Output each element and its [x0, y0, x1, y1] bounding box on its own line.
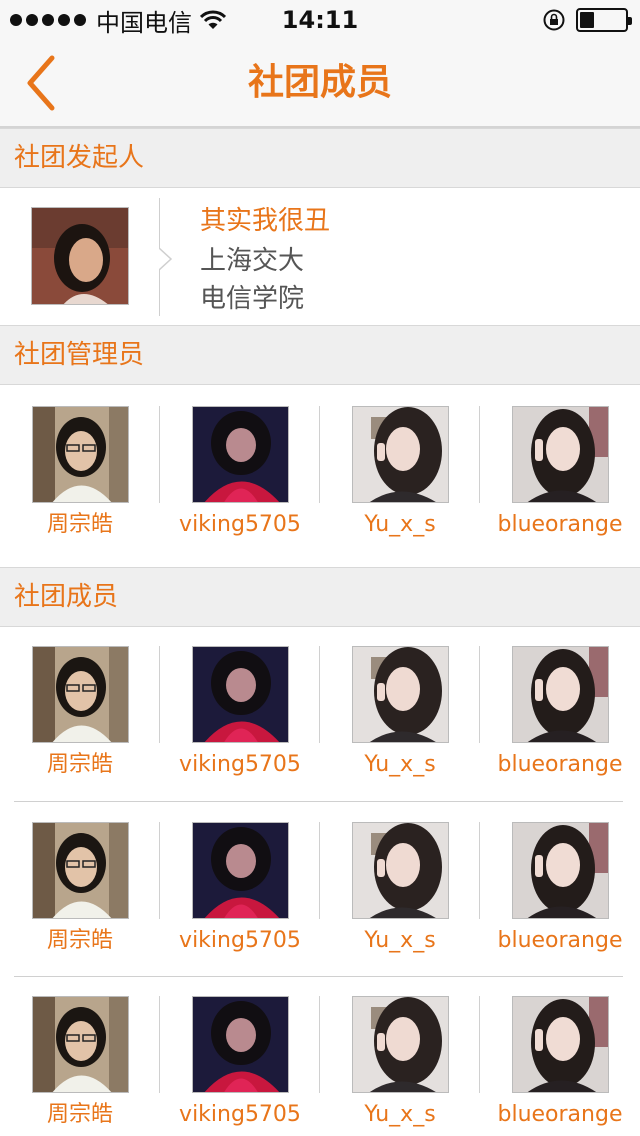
member-name[interactable]: Yu_x_s	[310, 510, 490, 540]
member-name[interactable]: viking5705	[150, 510, 330, 540]
avatar[interactable]	[32, 406, 129, 503]
avatar[interactable]	[192, 996, 289, 1093]
founder-college: 电信学院	[200, 284, 305, 314]
admin-row: 周宗皓 viking5705 Yu_x_s blueorange	[0, 386, 640, 546]
founder-school: 上海交大	[200, 246, 305, 276]
battery-icon	[576, 8, 632, 32]
member-cell[interactable]: viking5705	[160, 802, 320, 962]
section-title: 社团管理员	[14, 340, 145, 370]
member-row: 周宗皓 viking5705 Yu_x_s blueorange	[0, 976, 640, 1136]
avatar[interactable]	[31, 207, 129, 305]
member-cell[interactable]: viking5705	[160, 976, 320, 1136]
member-name[interactable]: 周宗皓	[0, 750, 170, 780]
rotation-lock-icon	[543, 9, 565, 31]
member-name[interactable]: viking5705	[150, 926, 330, 956]
founder-name[interactable]: 其实我很丑	[200, 204, 330, 238]
member-row: 周宗皓 viking5705 Yu_x_s blueorange	[0, 802, 640, 962]
chevron-right-icon	[159, 248, 173, 270]
member-cell[interactable]: Yu_x_s	[320, 386, 480, 546]
avatar[interactable]	[352, 406, 449, 503]
member-cell[interactable]: viking5705	[160, 386, 320, 546]
member-cell[interactable]: Yu_x_s	[320, 802, 480, 962]
avatar[interactable]	[512, 406, 609, 503]
member-name[interactable]: viking5705	[150, 750, 330, 780]
member-name[interactable]: blueorange	[470, 926, 640, 956]
status-right	[542, 8, 632, 32]
page-title: 社团成员	[247, 62, 392, 103]
avatar[interactable]	[512, 996, 609, 1093]
member-cell[interactable]: 周宗皓	[0, 626, 160, 786]
member-name[interactable]: 周宗皓	[0, 926, 170, 956]
status-bar: 中国电信 14:11	[0, 0, 640, 40]
member-cell[interactable]: 周宗皓	[0, 802, 160, 962]
member-cell[interactable]: viking5705	[160, 626, 320, 786]
section-header-founder: 社团发起人	[0, 128, 640, 188]
avatar[interactable]	[352, 996, 449, 1093]
member-name[interactable]: 周宗皓	[0, 510, 170, 540]
avatar[interactable]	[512, 646, 609, 743]
section-header-admins: 社团管理员	[0, 325, 640, 385]
member-cell[interactable]: Yu_x_s	[320, 626, 480, 786]
member-name[interactable]: Yu_x_s	[310, 750, 490, 780]
member-name[interactable]: blueorange	[470, 510, 640, 540]
navigation-bar: 社团成员	[0, 40, 640, 128]
member-cell[interactable]: blueorange	[480, 386, 640, 546]
avatar[interactable]	[512, 822, 609, 919]
member-cell[interactable]: Yu_x_s	[320, 976, 480, 1136]
member-cell[interactable]: blueorange	[480, 626, 640, 786]
avatar[interactable]	[352, 646, 449, 743]
avatar[interactable]	[32, 822, 129, 919]
member-name[interactable]: viking5705	[150, 1100, 330, 1130]
member-name[interactable]: blueorange	[470, 1100, 640, 1130]
section-title: 社团发起人	[14, 143, 145, 173]
section-header-members: 社团成员	[0, 567, 640, 627]
avatar[interactable]	[192, 406, 289, 503]
avatar[interactable]	[192, 646, 289, 743]
avatar[interactable]	[352, 822, 449, 919]
founder-row[interactable]: 其实我很丑 上海交大 电信学院	[0, 188, 640, 325]
member-cell[interactable]: blueorange	[480, 976, 640, 1136]
avatar[interactable]	[32, 646, 129, 743]
avatar[interactable]	[32, 996, 129, 1093]
member-name[interactable]: blueorange	[470, 750, 640, 780]
member-cell[interactable]: 周宗皓	[0, 976, 160, 1136]
avatar[interactable]	[192, 822, 289, 919]
member-cell[interactable]: 周宗皓	[0, 386, 160, 546]
member-name[interactable]: Yu_x_s	[310, 926, 490, 956]
member-name[interactable]: 周宗皓	[0, 1100, 170, 1130]
section-title: 社团成员	[14, 582, 119, 612]
member-cell[interactable]: blueorange	[480, 802, 640, 962]
member-name[interactable]: Yu_x_s	[310, 1100, 490, 1130]
member-row: 周宗皓 viking5705 Yu_x_s blueorange	[0, 626, 640, 786]
